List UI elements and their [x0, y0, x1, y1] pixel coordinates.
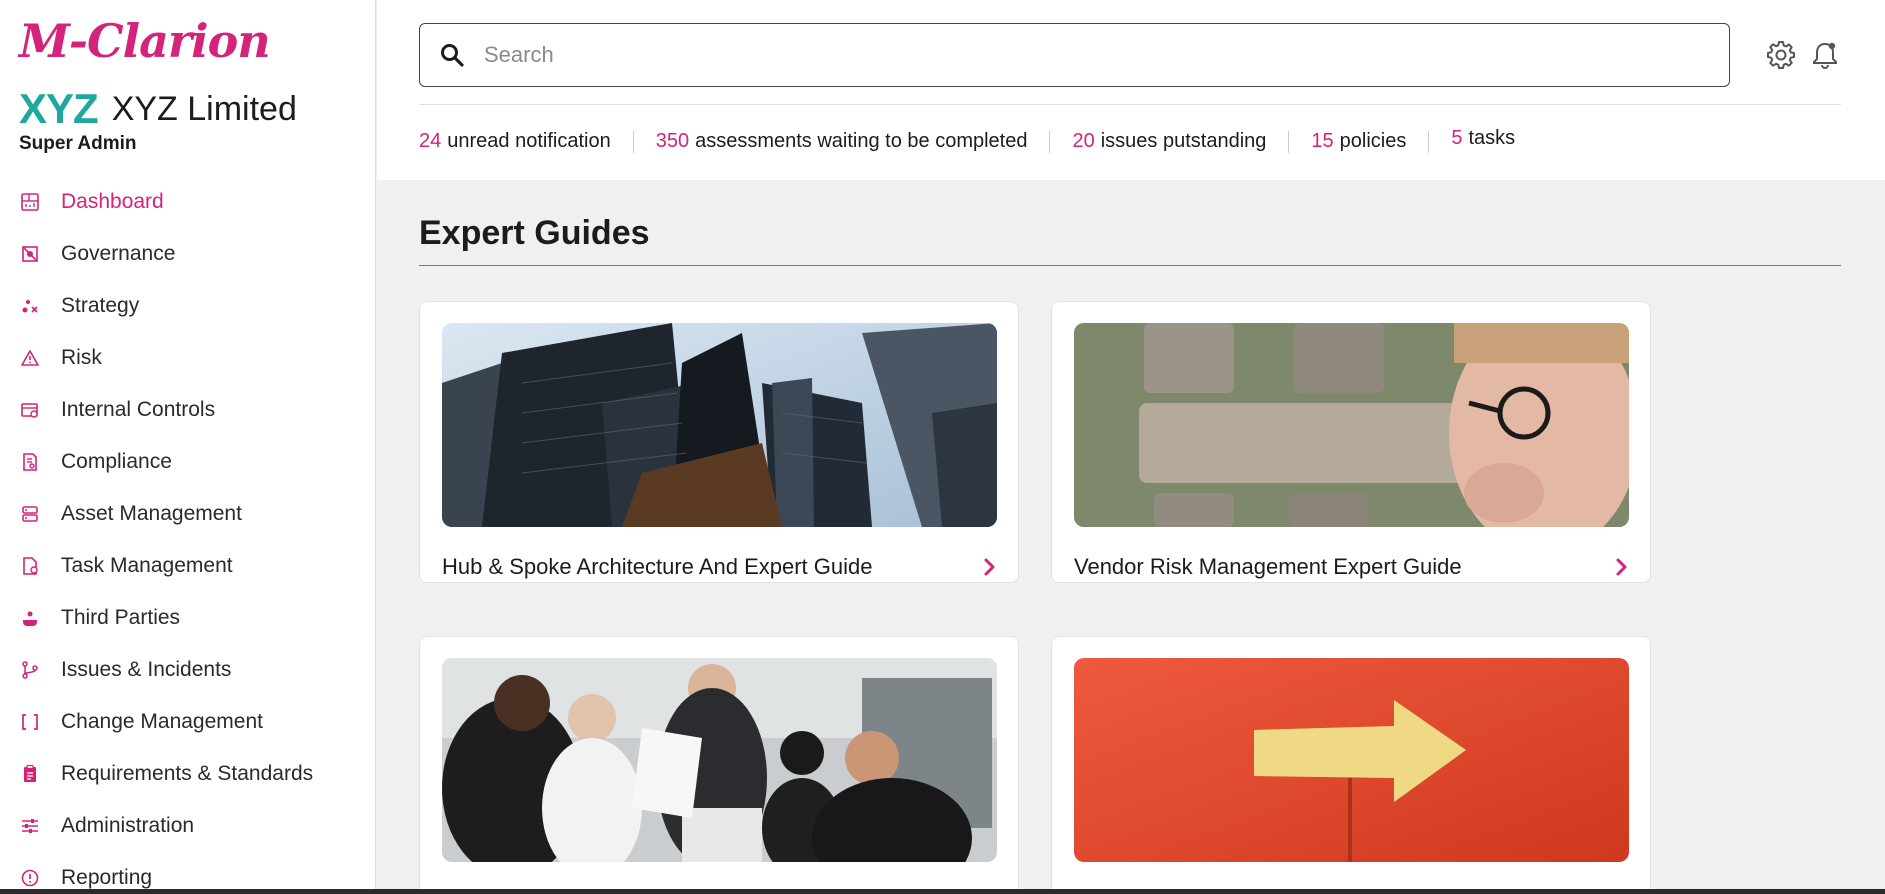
- bottom-strip: [0, 889, 1885, 894]
- user-role: Super Admin: [19, 133, 137, 154]
- sidebar-item-label: Task Management: [61, 554, 233, 577]
- stat-value: 24: [419, 130, 442, 152]
- sidebar-item-label: Issues & Incidents: [61, 658, 232, 681]
- stat-label: issues putstanding: [1100, 130, 1267, 152]
- sidebar: M-Clarion XYZ XYZ Limited Super Admin Da…: [0, 0, 376, 894]
- stat-value: 20: [1072, 130, 1095, 152]
- stat-assessments[interactable]: 350 assessments waiting to be completed: [656, 130, 1028, 153]
- sidebar-item-strategy[interactable]: Strategy: [0, 280, 375, 332]
- search-input[interactable]: [484, 42, 1684, 68]
- sidebar-item-label: Requirements & Standards: [61, 762, 314, 785]
- stat-label: policies: [1339, 130, 1407, 152]
- gear-icon[interactable]: [1764, 38, 1798, 72]
- stat-tasks[interactable]: 5 tasks: [1451, 127, 1515, 150]
- company-name: XYZ Limited: [111, 90, 297, 128]
- sidebar-item-label: Reporting: [61, 866, 153, 889]
- stat-label: assessments waiting to be completed: [695, 130, 1028, 152]
- stat-label: tasks: [1468, 127, 1516, 149]
- stat-separator: [1288, 130, 1290, 153]
- governance-icon: [20, 244, 40, 264]
- top-header: 24 unread notification 350 assessments w…: [377, 0, 1885, 180]
- reporting-icon: [20, 868, 40, 888]
- stat-separator: [632, 130, 634, 153]
- sidebar-item-label: Change Management: [61, 710, 263, 733]
- chevron-right-icon[interactable]: [1614, 556, 1630, 578]
- sidebar-item-label: Risk: [61, 346, 102, 369]
- clipboard-icon: [20, 764, 40, 784]
- stat-issues[interactable]: 20 issues putstanding: [1072, 130, 1266, 153]
- sidebar-item-label: Asset Management: [61, 502, 242, 525]
- guide-card-title: Hub & Spoke Architecture And Expert Guid…: [442, 554, 873, 579]
- stat-value: 350: [655, 130, 690, 152]
- sidebar-item-label: Compliance: [61, 450, 172, 473]
- stats-bar: 24 unread notification 350 assessments w…: [419, 127, 1515, 153]
- sidebar-item-label: Internal Controls: [61, 398, 216, 421]
- asset-icon: [20, 504, 40, 524]
- header-divider: [419, 104, 1841, 105]
- sidebar-item-compliance[interactable]: Compliance: [0, 436, 375, 488]
- stat-separator: [1049, 130, 1051, 153]
- skyscrapers-photo: [442, 323, 997, 527]
- guide-card[interactable]: Hub & Spoke Architecture And Expert Guid…: [419, 301, 1019, 583]
- sidebar-item-label: Dashboard: [61, 190, 164, 213]
- change-icon: [20, 712, 40, 732]
- bell-icon[interactable]: [1808, 38, 1842, 72]
- sidebar-item-risk[interactable]: Risk: [0, 332, 375, 384]
- stat-policies[interactable]: 15 policies: [1311, 130, 1406, 153]
- search-icon[interactable]: [438, 41, 466, 69]
- compliance-icon: [20, 452, 40, 472]
- guide-card-title: Vendor Risk Management Expert Guide: [1074, 554, 1462, 579]
- sidebar-item-label: Governance: [61, 242, 176, 265]
- main-content: Expert Guides Hub & Spoke Architecture A…: [377, 180, 1885, 894]
- sidebar-item-label: Administration: [61, 814, 195, 837]
- sidebar-item-task-management[interactable]: Task Management: [0, 540, 375, 592]
- yellow-arrow-photo: [1074, 658, 1629, 862]
- sidebar-item-administration[interactable]: Administration: [0, 800, 375, 852]
- stat-value: 5: [1451, 127, 1463, 149]
- sidebar-item-label: Strategy: [61, 294, 140, 317]
- sidebar-item-governance[interactable]: Governance: [0, 228, 375, 280]
- stat-separator: [1428, 130, 1430, 153]
- stat-unread-notifications[interactable]: 24 unread notification: [419, 130, 611, 153]
- sidebar-item-asset-management[interactable]: Asset Management: [0, 488, 375, 540]
- chevron-right-icon[interactable]: [982, 556, 998, 578]
- section-divider: [419, 265, 1841, 266]
- company-logo: XYZ: [19, 85, 99, 132]
- sidebar-item-internal-controls[interactable]: Internal Controls: [0, 384, 375, 436]
- company-block: XYZ XYZ Limited: [19, 88, 297, 130]
- wooden-blocks-photo: [1074, 323, 1629, 527]
- sidebar-nav: Dashboard Governance Strategy Risk Inter…: [0, 176, 375, 894]
- sidebar-item-requirements-standards[interactable]: Requirements & Standards: [0, 748, 375, 800]
- dashboard-icon: [20, 192, 40, 212]
- task-icon: [20, 556, 40, 576]
- guide-card[interactable]: Vendor Risk Management Expert Guide: [1051, 301, 1651, 583]
- app-logo: M-Clarion: [19, 14, 271, 68]
- sidebar-item-third-parties[interactable]: Third Parties: [0, 592, 375, 644]
- strategy-icon: [20, 296, 40, 316]
- branch-icon: [20, 660, 40, 680]
- stat-label: unread notification: [447, 130, 611, 152]
- business-meeting-photo: [442, 658, 997, 862]
- controls-icon: [20, 400, 40, 420]
- search-bar[interactable]: [419, 23, 1730, 87]
- guide-card[interactable]: [419, 636, 1019, 894]
- sidebar-item-change-management[interactable]: Change Management: [0, 696, 375, 748]
- third-parties-icon: [20, 608, 40, 628]
- stat-value: 15: [1311, 130, 1334, 152]
- sliders-icon: [20, 816, 40, 836]
- warning-icon: [20, 348, 40, 368]
- guide-card[interactable]: [1051, 636, 1651, 894]
- sidebar-item-reporting[interactable]: Reporting: [0, 852, 375, 894]
- header-actions: [1764, 38, 1852, 72]
- section-title: Expert Guides: [419, 214, 650, 252]
- sidebar-item-dashboard[interactable]: Dashboard: [0, 176, 375, 228]
- sidebar-item-label: Third Parties: [61, 606, 181, 629]
- sidebar-item-issues-incidents[interactable]: Issues & Incidents: [0, 644, 375, 696]
